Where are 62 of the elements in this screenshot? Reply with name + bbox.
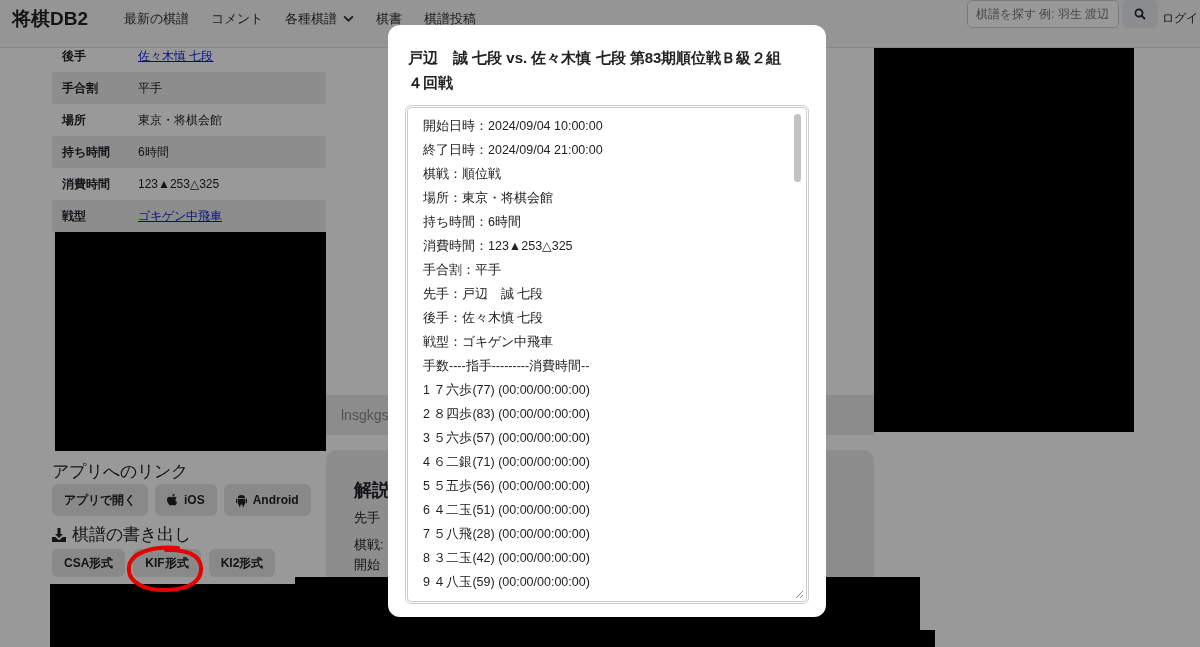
- export-button[interactable]: KI2形式: [208, 549, 276, 577]
- kif-line: 2 ８四歩(83) (00:00/00:00:00): [423, 406, 591, 423]
- kif-line: 8 ３二玉(42) (00:00/00:00:00): [423, 550, 591, 567]
- kif-line: 先手：戸辺 誠 七段: [423, 286, 545, 303]
- site-logo[interactable]: 将棋DB2: [12, 5, 88, 32]
- search-button[interactable]: [1122, 0, 1158, 28]
- comment-text: lnsgkgs: [341, 407, 389, 423]
- kif-line: 終了日時：2024/09/04 21:00:00: [423, 142, 604, 159]
- search-field[interactable]: 棋譜を探す 例: 羽生 渡辺: [967, 0, 1119, 28]
- kif-line: 持ち時間：6時間: [423, 214, 522, 231]
- card-text: 棋戦:: [354, 536, 384, 554]
- kif-line: 後手：佐々木慎 七段: [423, 310, 545, 327]
- section-heading: 棋譜の書き出し: [72, 524, 191, 546]
- row-label: 手合割: [61, 79, 99, 97]
- kif-line: 7 ５八飛(28) (00:00/00:00:00): [423, 526, 591, 543]
- row-value: 123▲253△325: [138, 177, 220, 191]
- nav-link[interactable]: 棋譜投稿: [413, 9, 487, 28]
- login-link[interactable]: ログイ: [1162, 1, 1198, 27]
- app-button[interactable]: アプリで開く: [52, 484, 148, 516]
- kif-line: 消費時間：123▲253△325: [423, 238, 574, 255]
- row-label: 後手: [61, 47, 87, 65]
- card-title: 解説: [354, 479, 390, 502]
- value-link[interactable]: 佐々木慎 七段: [138, 47, 214, 65]
- kif-line: 開始日時：2024/09/04 10:00:00: [423, 118, 604, 135]
- kif-line: 9 ４八玉(59) (00:00/00:00:00): [423, 574, 591, 591]
- app-button[interactable]: iOS: [155, 484, 217, 516]
- app-button[interactable]: Android: [223, 484, 311, 516]
- row-label: 消費時間: [61, 175, 111, 193]
- kif-line: 6 ４二玉(51) (00:00/00:00:00): [423, 502, 591, 519]
- row-label: 戦型: [61, 207, 87, 225]
- nav-link[interactable]: 棋書: [365, 9, 413, 28]
- row-label: 持ち時間: [61, 143, 111, 161]
- modal-title: 戸辺 誠 七段 vs. 佐々木慎 七段 第83期順位戦Ｂ級２組４回戦: [407, 48, 783, 93]
- kif-line: 戦型：ゴキゲン中飛車: [423, 334, 554, 351]
- section-heading: アプリへのリンク: [52, 461, 189, 483]
- resize-grip-icon: [794, 589, 804, 599]
- kif-line: 場所：東京・将棋会館: [423, 190, 554, 207]
- row-label: 場所: [60, 111, 87, 129]
- card-text: 開始: [354, 556, 380, 574]
- kif-line: 4 ６二銀(71) (00:00/00:00:00): [423, 454, 591, 471]
- value-link[interactable]: ゴキゲン中飛車: [138, 207, 222, 225]
- row-value: 東京・将棋会館: [138, 111, 222, 129]
- download-icon: [52, 528, 66, 542]
- android-icon: [235, 493, 247, 507]
- kif-line: 5 ５五歩(56) (00:00/00:00:00): [423, 478, 591, 495]
- row-value: 平手: [138, 79, 162, 97]
- scrollbar-thumb[interactable]: [794, 114, 801, 182]
- card-text: 先手: [354, 509, 380, 527]
- kif-line: 手数----指手---------消費時間--: [423, 358, 591, 375]
- nav-link[interactable]: コメント: [200, 9, 274, 28]
- row-value: 6時間: [138, 143, 169, 161]
- chevron-down-icon: [343, 15, 354, 22]
- nav-link[interactable]: 最新の棋譜: [113, 9, 200, 28]
- apple-icon: [167, 493, 178, 507]
- export-button[interactable]: CSA形式: [52, 549, 126, 577]
- nav-link[interactable]: 各種棋譜: [274, 9, 365, 28]
- search-icon: [1134, 8, 1146, 20]
- kif-text-field[interactable]: [405, 105, 809, 604]
- kif-line: 1 ７六歩(77) (00:00/00:00:00): [423, 382, 591, 399]
- kif-line: 棋戦：順位戦: [423, 166, 502, 183]
- kif-line: 3 ５六歩(57) (00:00/00:00:00): [423, 430, 591, 447]
- kif-line: 手合割：平手: [423, 262, 502, 279]
